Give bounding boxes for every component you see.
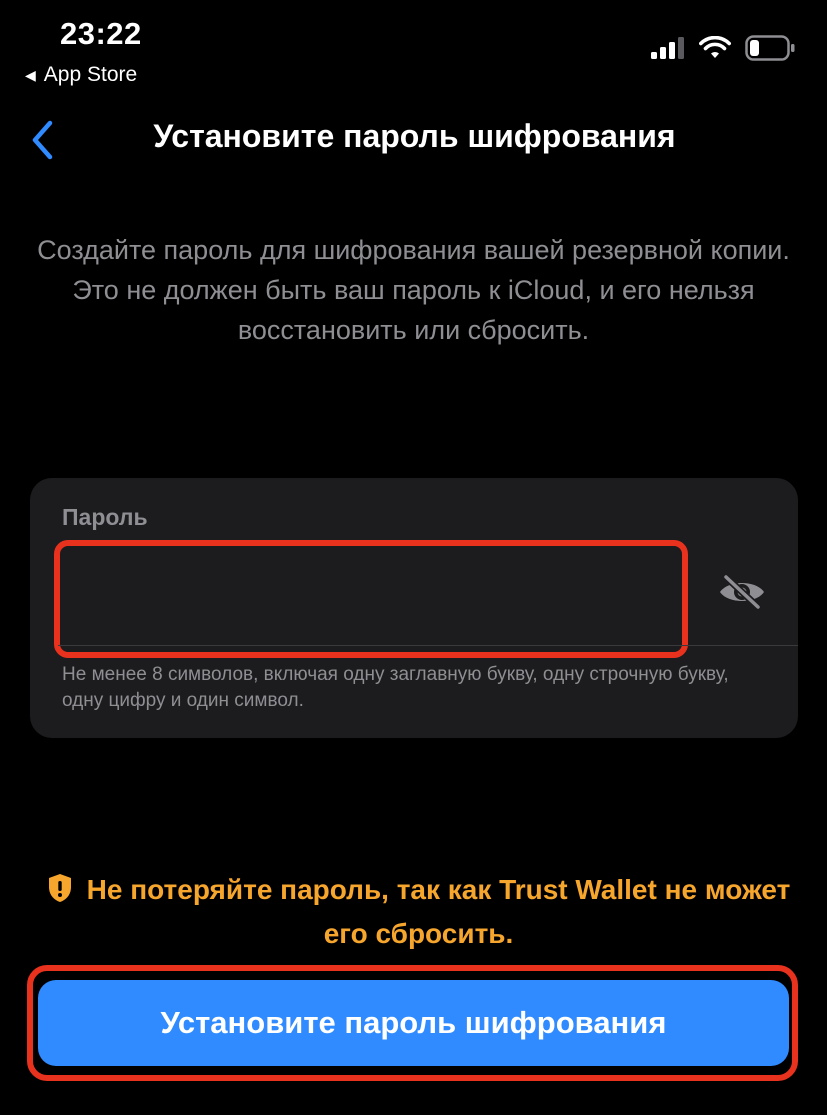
set-password-button[interactable]: Установите пароль шифрования — [38, 980, 789, 1066]
show-password-toggle[interactable] — [714, 570, 770, 614]
warning-message: Не потеряйте пароль, так как Trust Walle… — [40, 868, 797, 956]
warning-text: Не потеряйте пароль, так как Trust Walle… — [86, 874, 791, 949]
back-to-app-store[interactable]: ◀ App Store — [25, 63, 137, 87]
password-label: Пароль — [62, 504, 148, 530]
eye-slash-icon — [720, 574, 764, 610]
back-app-label: App Store — [43, 63, 138, 86]
battery-icon — [745, 35, 795, 61]
field-divider — [58, 645, 798, 646]
password-hint: Не менее 8 символов, включая одну заглав… — [62, 664, 729, 711]
description-text: Создайте пароль для шифрования вашей рез… — [37, 235, 790, 345]
page-title-text: Установите пароль шифрования — [153, 118, 676, 154]
status-time: 23:22 — [60, 16, 142, 51]
password-input[interactable] — [58, 544, 684, 654]
page-title: Установите пароль шифрования — [0, 118, 827, 155]
cellular-signal-icon — [651, 37, 684, 59]
status-icons — [651, 35, 795, 61]
password-card: Пароль Не менее 8 символов, включая одну… — [30, 478, 798, 738]
shield-exclamation-icon — [48, 874, 71, 902]
back-triangle-icon: ◀ — [25, 66, 36, 83]
wifi-icon — [699, 36, 731, 58]
